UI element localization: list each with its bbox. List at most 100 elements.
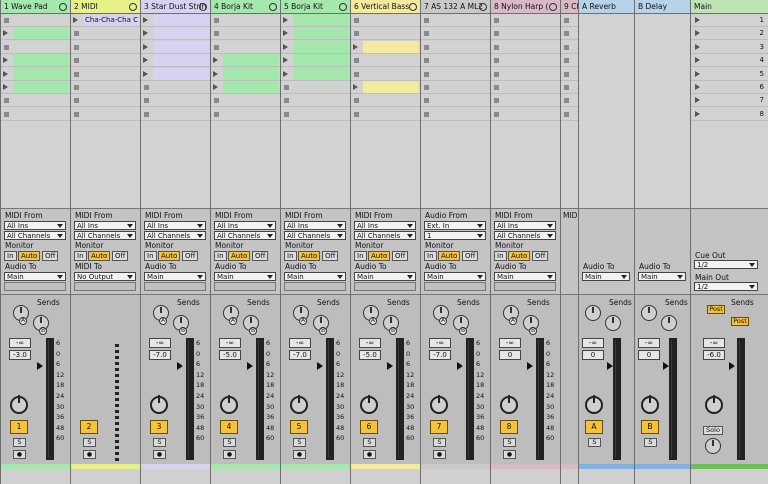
clip-slot[interactable] (71, 40, 140, 54)
clip-slot[interactable] (71, 67, 140, 81)
stop-button-icon[interactable] (354, 18, 359, 23)
volume-arrow-icon[interactable] (387, 362, 393, 370)
stop-button-icon[interactable] (214, 31, 219, 37)
scene-slot[interactable]: 3 (691, 40, 768, 54)
clip-slot[interactable] (71, 81, 140, 94)
post-button[interactable]: Post (707, 305, 725, 314)
clip-launch-icon[interactable] (213, 70, 218, 77)
stop-button-icon[interactable] (564, 44, 569, 50)
scene-slot[interactable]: 1 (691, 14, 768, 27)
solo-button[interactable]: S (153, 438, 166, 447)
clip[interactable] (153, 40, 209, 53)
clip-slot[interactable] (211, 54, 280, 68)
input-source-select[interactable]: All Ins (354, 221, 416, 230)
monitor-in[interactable]: In (74, 251, 87, 261)
clip-launch-icon[interactable] (283, 43, 288, 50)
stop-button-icon[interactable] (214, 111, 219, 117)
scene-launch-icon[interactable] (695, 70, 700, 77)
monitor-auto[interactable]: Auto (88, 251, 111, 261)
monitor-in[interactable]: In (4, 251, 17, 261)
stop-button-icon[interactable] (424, 44, 429, 50)
output-select[interactable]: Main (144, 272, 206, 281)
volume-value[interactable]: 0 (638, 350, 660, 360)
arm-button-icon[interactable]: ● (223, 450, 236, 459)
main-title[interactable]: Main (691, 0, 768, 14)
clip-slot[interactable] (351, 94, 420, 108)
input-channel-select[interactable]: All Channels (284, 231, 346, 240)
volume-value[interactable]: -∞ (638, 338, 660, 348)
clip-slot[interactable] (141, 40, 210, 54)
volume-arrow-icon[interactable] (177, 362, 183, 370)
scene-slot[interactable]: 8 (691, 107, 768, 121)
clip-launch-icon[interactable] (143, 57, 148, 64)
monitor-auto[interactable]: Auto (158, 251, 181, 261)
fold-icon[interactable] (199, 3, 207, 11)
cue-volume-knob-icon[interactable] (705, 438, 721, 454)
meter-fader[interactable] (737, 338, 745, 460)
output-channel-select[interactable] (4, 282, 66, 291)
pan-knob-icon[interactable] (150, 395, 168, 414)
volume-value[interactable]: -7.0 (289, 350, 311, 360)
stop-button-icon[interactable] (424, 58, 429, 64)
clip-slot[interactable] (421, 40, 490, 54)
volume-arrow-icon[interactable] (527, 362, 533, 370)
fold-icon[interactable] (129, 3, 137, 11)
monitor-off[interactable]: Off (112, 251, 129, 261)
clip-slot[interactable] (491, 67, 560, 81)
volume-arrow-icon[interactable] (37, 362, 43, 370)
volume-value[interactable]: -∞ (219, 338, 241, 348)
scene-launch-icon[interactable] (695, 43, 700, 50)
clip-launch-icon[interactable] (283, 70, 288, 77)
clip-slot[interactable] (1, 81, 70, 94)
scene-slot[interactable]: 5 (691, 67, 768, 81)
clip-slot[interactable] (421, 14, 490, 27)
clip-slot[interactable] (421, 94, 490, 108)
volume-value[interactable]: 0 (499, 350, 521, 360)
scene-slot[interactable]: 6 (691, 81, 768, 94)
volume-value[interactable]: -∞ (9, 338, 31, 348)
scene-slot[interactable]: 7 (691, 94, 768, 108)
clip-slot[interactable] (491, 40, 560, 54)
clip-slot[interactable] (141, 54, 210, 68)
clip-slot[interactable]: Cha-Cha-Cha C (71, 14, 140, 27)
clip-slot[interactable] (281, 40, 350, 54)
input-channel-select[interactable]: 1 (424, 231, 486, 240)
monitor-off[interactable]: Off (182, 251, 199, 261)
volume-value[interactable]: -5.0 (359, 350, 381, 360)
track-title[interactable]: 9 Ch (561, 0, 578, 14)
fold-icon[interactable] (549, 3, 557, 11)
output-select[interactable]: Main (582, 272, 630, 281)
clip-launch-icon[interactable] (353, 43, 358, 50)
stop-button-icon[interactable] (74, 44, 79, 50)
clip[interactable] (293, 27, 349, 40)
fold-icon[interactable] (409, 3, 417, 11)
input-channel-select[interactable]: All Channels (354, 231, 416, 240)
clip-slot[interactable] (1, 54, 70, 68)
clip-slot[interactable] (281, 107, 350, 121)
clip-slot[interactable] (351, 54, 420, 68)
clip-slot[interactable] (1, 14, 70, 27)
stop-button-icon[interactable] (494, 31, 499, 37)
track-activator-button[interactable]: A (585, 420, 603, 434)
track-activator-button[interactable]: 8 (500, 420, 518, 434)
meter-fader[interactable] (256, 338, 264, 460)
clip[interactable] (293, 40, 349, 53)
monitor-off[interactable]: Off (392, 251, 409, 261)
pan-knob-icon[interactable] (360, 395, 378, 414)
clip-slot[interactable] (211, 81, 280, 94)
output-channel-select[interactable] (424, 282, 486, 291)
monitor-in[interactable]: In (354, 251, 367, 261)
clip-slot[interactable] (281, 67, 350, 81)
input-source-select[interactable]: All Ins (494, 221, 556, 230)
monitor-auto[interactable]: Auto (438, 251, 461, 261)
clip-launch-icon[interactable] (3, 30, 8, 37)
monitor-off[interactable]: Off (252, 251, 269, 261)
volume-value[interactable]: -∞ (499, 338, 521, 348)
pan-knob-icon[interactable] (220, 395, 238, 414)
main-out-select[interactable]: 1/2 (694, 282, 758, 291)
stop-button-icon[interactable] (564, 58, 569, 64)
clip-slot[interactable] (561, 81, 578, 94)
volume-value[interactable]: -∞ (429, 338, 451, 348)
solo-button[interactable]: S (223, 438, 236, 447)
monitor-in[interactable]: In (144, 251, 157, 261)
